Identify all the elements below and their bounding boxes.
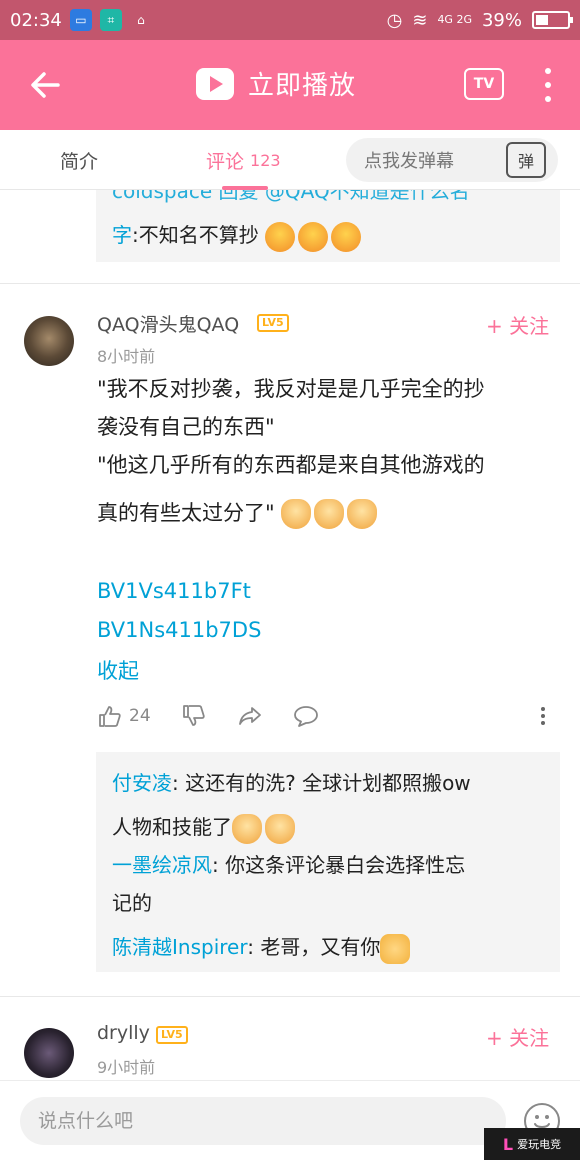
comment-line: "我不反对抄袭，我反对是是几乎完全的抄: [97, 377, 485, 401]
tab-comments-label: 评论: [206, 150, 245, 173]
app-title: 立即播放: [248, 71, 357, 101]
reply-text: : 你这条评论暴白会选择性忘: [212, 853, 466, 877]
collapse-link[interactable]: 收起: [97, 655, 139, 685]
message-icon: ▭: [69, 9, 92, 31]
reply-text: 记的: [112, 891, 152, 915]
reply-author[interactable]: 陈清越Inspirer: [112, 935, 247, 959]
level-badge: LV5: [156, 1026, 188, 1044]
watermark: L 爱玩电竞: [484, 1128, 580, 1160]
doge-emoji-icon: [232, 813, 262, 844]
comment-list[interactable]: coldspace 回复 @QAQ不知道是什么名 字:不知名不算抄 QAQ滑头鬼…: [0, 190, 580, 1080]
reply-text: : 这还有的洗? 全球计划都照搬ow: [172, 771, 471, 795]
comment-body: "我不反对抄袭，我反对是是几乎完全的抄 袭没有自己的东西" "他这几乎所有的东西…: [97, 370, 557, 532]
video-link[interactable]: BV1Vs411b7Ft: [97, 579, 251, 603]
reply-item-continued: 记的: [96, 884, 560, 922]
reply-item-continued: 人物和技能了: [96, 808, 560, 846]
tab-bar: 简介 评论 123 点我发弹幕 弹: [0, 130, 580, 190]
reply-partial-line: coldspace 回复 @QAQ不知道是什么名: [112, 190, 470, 203]
reply-author[interactable]: 字: [112, 223, 132, 247]
comment-actions: 24: [97, 698, 557, 734]
reply-text: 人物和技能了: [112, 815, 232, 839]
laughing-emoji-icon: [298, 221, 329, 252]
thumbs-down-icon: [182, 705, 205, 726]
share-button[interactable]: [237, 703, 263, 729]
comment-time: 8小时前: [97, 347, 156, 366]
comment-input[interactable]: [20, 1097, 506, 1145]
doge-emoji-icon: [265, 813, 295, 844]
comment-username[interactable]: drylly: [97, 1022, 150, 1044]
comment-line-with-emoji: 真的有些太过分了": [97, 494, 557, 532]
tab-intro[interactable]: 简介: [60, 130, 98, 190]
watermark-text: 爱玩电竞: [517, 1138, 562, 1151]
share-icon: [238, 707, 261, 725]
reply-author[interactable]: 一墨绘凉风: [112, 853, 212, 877]
dislike-button[interactable]: [181, 703, 207, 729]
chat-bubble-icon: [293, 706, 318, 727]
back-arrow-icon[interactable]: [28, 68, 62, 102]
follow-button[interactable]: + 关注: [486, 310, 549, 339]
reply-item[interactable]: 字:不知名不算抄: [96, 216, 560, 254]
alarm-icon: ◷: [386, 9, 403, 31]
play-now-button[interactable]: 立即播放: [196, 65, 356, 102]
danmaku-toggle-icon[interactable]: 弹: [506, 142, 546, 178]
comment-time: 9小时前: [97, 1058, 156, 1077]
comment-line: 袭没有自己的东西": [97, 415, 275, 439]
ok-hand-emoji-icon: [380, 933, 411, 964]
comment-line: "他这几乎所有的东西都是来自其他游戏的: [97, 453, 485, 477]
tv-cast-icon[interactable]: TV: [464, 68, 504, 100]
more-options-icon[interactable]: [538, 68, 558, 102]
reply-item[interactable]: 陈清越Inspirer: 老哥，又有你: [96, 928, 560, 966]
brush-icon: ⌂: [137, 13, 145, 27]
comment-username[interactable]: QAQ滑头鬼QAQ: [97, 310, 239, 337]
reply-button[interactable]: [293, 703, 319, 729]
network-type: 4G 2G: [437, 13, 472, 26]
level-badge: LV5: [257, 314, 289, 332]
battery-percent: 39%: [481, 9, 522, 31]
avatar[interactable]: [24, 316, 74, 366]
wifi-icon: ≋: [412, 9, 428, 31]
reply-author[interactable]: 付安凌: [112, 771, 172, 795]
like-count: 24: [129, 706, 151, 726]
status-bar: 02:34 ▭ ⌗ ⌂ ◷ ≋ 4G 2G 39%: [0, 0, 580, 40]
follow-button[interactable]: + 关注: [486, 1022, 549, 1051]
thumbs-up-icon: [99, 706, 121, 727]
reply-item[interactable]: 一墨绘凉风: 你这条评论暴白会选择性忘: [96, 846, 560, 884]
doge-emoji-icon: [281, 499, 312, 529]
reply-text: : 老哥，又有你: [247, 935, 381, 959]
battery-icon: [532, 11, 573, 29]
watermark-logo-icon: L: [502, 1134, 514, 1154]
reply-box-previous: coldspace 回复 @QAQ不知道是什么名 字:不知名不算抄: [96, 190, 560, 262]
avatar[interactable]: [24, 1028, 74, 1078]
doge-emoji-icon: [314, 499, 345, 529]
divider: [0, 283, 580, 284]
scan-icon: ⌗: [99, 9, 122, 31]
status-time: 02:34: [10, 9, 62, 31]
comments-count: 123: [250, 150, 281, 170]
laughing-emoji-icon: [331, 221, 362, 252]
like-button[interactable]: 24: [97, 703, 151, 729]
doge-emoji-icon: [347, 499, 378, 529]
play-icon: [196, 67, 234, 100]
reply-item[interactable]: 付安凌: 这还有的洗? 全球计划都照搬ow: [96, 764, 560, 802]
comment-more-icon[interactable]: [541, 707, 557, 725]
app-bar: 立即播放 TV: [0, 40, 580, 130]
comment-line: 真的有些太过分了": [97, 501, 275, 525]
video-link[interactable]: BV1Ns411b7DS: [97, 618, 261, 642]
reply-box: 付安凌: 这还有的洗? 全球计划都照搬ow 人物和技能了 一墨绘凉风: 你这条评…: [96, 752, 560, 972]
divider: [0, 996, 580, 997]
reply-text: :不知名不算抄: [132, 223, 259, 247]
tab-comments[interactable]: 评论 123: [206, 130, 281, 190]
laughing-emoji-icon: [265, 221, 296, 252]
